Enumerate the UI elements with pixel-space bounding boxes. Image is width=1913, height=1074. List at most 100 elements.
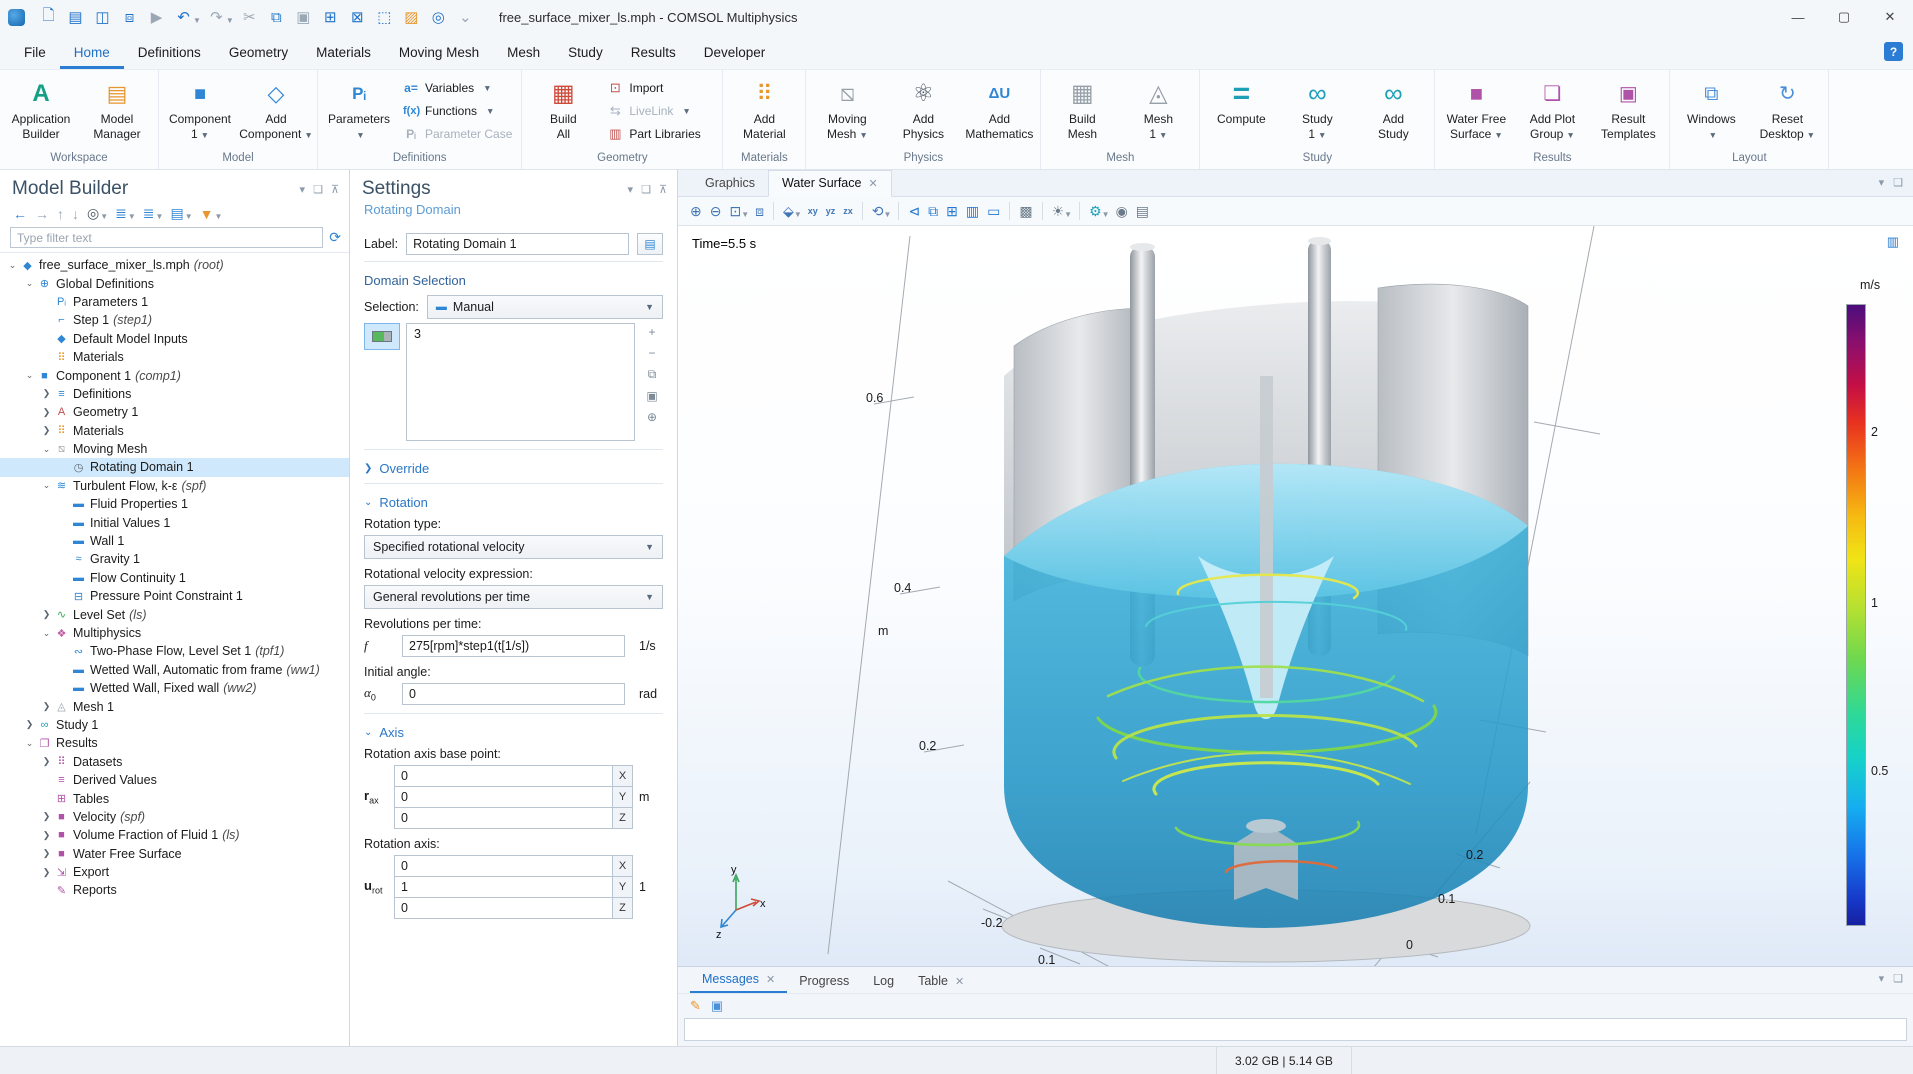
- paste-selection-icon[interactable]: ▣: [646, 389, 657, 403]
- refresh-icon[interactable]: ⟳: [329, 229, 341, 246]
- application-builder-button[interactable]: AApplicationBuilder: [3, 73, 79, 149]
- sound-icon[interactable]: ⊲: [904, 201, 924, 222]
- split-view-icon[interactable]: ⧉: [924, 201, 942, 222]
- tab-progress[interactable]: Progress: [787, 970, 861, 993]
- tree-node-default-model-inputs[interactable]: ◆Default Model Inputs: [0, 330, 349, 348]
- plot-data-icon[interactable]: ▥: [962, 201, 983, 222]
- model-manager-button[interactable]: ▤ModelManager: [79, 73, 155, 149]
- float-panel-icon[interactable]: ❏: [1893, 972, 1903, 985]
- lock-icon[interactable]: ▩: [1015, 201, 1036, 222]
- add-selection-icon[interactable]: +: [648, 325, 655, 339]
- add-mathematics-button[interactable]: ΔUAddMathematics: [961, 73, 1037, 149]
- tree-expander-icon[interactable]: ❯: [40, 388, 53, 399]
- run-icon[interactable]: ▶: [143, 4, 170, 30]
- tree-expander-icon[interactable]: ❯: [40, 701, 53, 712]
- tab-log[interactable]: Log: [861, 970, 906, 993]
- zoom-in-icon[interactable]: ⊕: [686, 201, 706, 222]
- tree-node-wetted-wall-automatic-from-frame[interactable]: ▬Wetted Wall, Automatic from frame(ww1): [0, 661, 349, 679]
- ribbon-tab-file[interactable]: File: [10, 36, 60, 69]
- tree-node-turbulent-flow-k-[interactable]: ⌄≋Turbulent Flow, k-ε(spf): [0, 477, 349, 495]
- panel-menu-icon[interactable]: ▾: [1879, 176, 1885, 189]
- table-surface-icon[interactable]: ⊞: [942, 201, 962, 222]
- chevron-down-icon[interactable]: ▼: [214, 212, 222, 221]
- find-icon[interactable]: ◎: [425, 4, 452, 30]
- base-point-x-input[interactable]: 0: [394, 765, 613, 787]
- cut-icon[interactable]: ✂: [236, 4, 263, 30]
- reset-desktop-button[interactable]: ↻ResetDesktop▼: [1749, 73, 1825, 149]
- tree-expander-icon[interactable]: ❯: [40, 830, 53, 841]
- zoom-out-icon[interactable]: ⊖: [706, 201, 726, 222]
- rotation-axis-y-input[interactable]: 1: [394, 876, 613, 898]
- tree-expander-icon[interactable]: ❯: [23, 719, 36, 730]
- tree-node-multiphysics[interactable]: ⌄❖Multiphysics: [0, 624, 349, 642]
- add-study-button[interactable]: ∞AddStudy: [1355, 73, 1431, 149]
- rotation-axis-x-input[interactable]: 0: [394, 855, 613, 877]
- tree-node-two-phase-flow-level-set-1[interactable]: ∾Two-Phase Flow, Level Set 1(tpf1): [0, 642, 349, 660]
- water-free-surface-button[interactable]: ■Water FreeSurface▼: [1438, 73, 1514, 149]
- add-material-button[interactable]: ⠿AddMaterial: [726, 73, 802, 149]
- panel-menu-icon[interactable]: ▾: [628, 183, 634, 196]
- domain-selection-list[interactable]: 3: [406, 323, 635, 441]
- tree-expander-icon[interactable]: ❯: [40, 407, 53, 418]
- ribbon-tab-results[interactable]: Results: [617, 36, 690, 69]
- mesh-1-button[interactable]: ◬Mesh1▼: [1120, 73, 1196, 149]
- ribbon-tab-developer[interactable]: Developer: [690, 36, 780, 69]
- functions-button[interactable]: f(x)Functions▼: [403, 102, 512, 121]
- tree-node-global-definitions[interactable]: ⌄⊕Global Definitions: [0, 274, 349, 292]
- tree-expander-icon[interactable]: ⌄: [40, 444, 53, 455]
- chevron-down-icon[interactable]: ▼: [226, 16, 234, 25]
- print-icon[interactable]: ▤: [1132, 201, 1153, 222]
- ribbon-tab-definitions[interactable]: Definitions: [124, 36, 215, 69]
- move-up-icon[interactable]: ↑: [54, 205, 67, 223]
- chevron-down-icon[interactable]: ▼: [794, 210, 802, 219]
- pin-panel-icon[interactable]: ⊼: [659, 183, 667, 196]
- node-label-input[interactable]: Rotating Domain 1: [406, 233, 629, 255]
- tree-expander-icon[interactable]: ⌄: [6, 260, 19, 271]
- chevron-down-icon[interactable]: ▼: [1102, 210, 1110, 219]
- plot-properties-icon[interactable]: ▥: [1887, 234, 1899, 250]
- compute-button[interactable]: =Compute: [1203, 73, 1279, 149]
- copy-icon[interactable]: ⧉: [263, 4, 290, 30]
- initial-angle-input[interactable]: 0: [402, 683, 625, 705]
- tree-node-wall-1[interactable]: ▬Wall 1: [0, 532, 349, 550]
- override-section-header[interactable]: ❯ Override: [364, 461, 663, 476]
- chevron-down-icon[interactable]: ▼: [156, 212, 164, 221]
- tree-filter-input[interactable]: Type filter text: [10, 227, 323, 248]
- chevron-down-icon[interactable]: ▼: [193, 16, 201, 25]
- tree-node-study-1[interactable]: ❯∞Study 1: [0, 716, 349, 734]
- forward-icon[interactable]: →: [32, 205, 52, 223]
- tree-expander-icon[interactable]: ⌄: [23, 738, 36, 749]
- float-panel-icon[interactable]: ❏: [1893, 176, 1903, 189]
- view-zx-icon[interactable]: zx: [839, 204, 857, 218]
- image-icon[interactable]: ▭: [983, 201, 1004, 222]
- component-1-button[interactable]: ■Component1▼: [162, 73, 238, 149]
- chevron-down-icon[interactable]: ▼: [884, 210, 892, 219]
- chevron-down-icon[interactable]: ▼: [741, 210, 749, 219]
- add-component-button[interactable]: ◇AddComponent▼: [238, 73, 314, 149]
- tree-node-volume-fraction-of-fluid-1[interactable]: ❯■Volume Fraction of Fluid 1(ls): [0, 826, 349, 844]
- tree-node-parameters-1[interactable]: PᵢParameters 1: [0, 293, 349, 311]
- tree-node-materials[interactable]: ⠿Materials: [0, 348, 349, 366]
- import-button[interactable]: ⊡Import: [607, 79, 713, 98]
- parameters-button[interactable]: PᵢParameters▼: [321, 73, 397, 149]
- tree-node-flow-continuity-1[interactable]: ▬Flow Continuity 1: [0, 569, 349, 587]
- tree-node-water-free-surface[interactable]: ❯■Water Free Surface: [0, 845, 349, 863]
- tree-node-step-1[interactable]: ⌐Step 1(step1): [0, 311, 349, 329]
- duplicate-icon[interactable]: ⊞: [317, 4, 344, 30]
- copy-selection-icon[interactable]: ⧉: [648, 367, 657, 382]
- tree-node-moving-mesh[interactable]: ⌄⧅Moving Mesh: [0, 440, 349, 458]
- moving-mesh-button[interactable]: ⧅MovingMesh▼: [809, 73, 885, 149]
- ribbon-tab-moving-mesh[interactable]: Moving Mesh: [385, 36, 493, 69]
- tree-node-free-surface-mixer-ls-mph[interactable]: ⌄◆free_surface_mixer_ls.mph(root): [0, 256, 349, 274]
- brush-icon[interactable]: ▨: [398, 4, 425, 30]
- view-yz-icon[interactable]: yz: [822, 204, 840, 218]
- tree-node-level-set[interactable]: ❯∿Level Set(ls): [0, 605, 349, 623]
- move-down-icon[interactable]: ↓: [69, 205, 82, 223]
- messages-content[interactable]: [684, 1018, 1907, 1041]
- tree-expander-icon[interactable]: ❯: [40, 848, 53, 859]
- tree-node-results[interactable]: ⌄❐Results: [0, 734, 349, 752]
- help-button[interactable]: ?: [1884, 42, 1903, 61]
- revolutions-per-time-input[interactable]: 275[rpm]*step1(t[1/s]): [402, 635, 625, 657]
- save-icon[interactable]: ◫: [89, 4, 116, 30]
- rotation-type-dropdown[interactable]: Specified rotational velocity ▼: [364, 535, 663, 559]
